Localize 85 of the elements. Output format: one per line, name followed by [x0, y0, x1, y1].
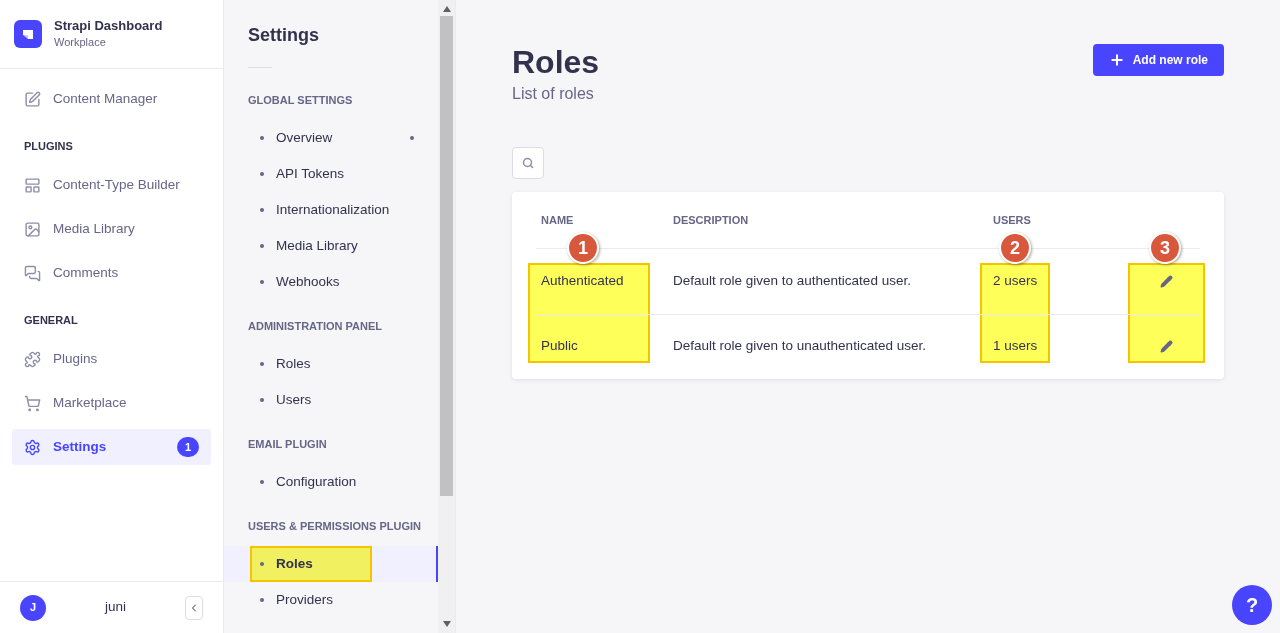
- search-icon: [522, 157, 534, 169]
- column-header: NAME: [541, 213, 574, 228]
- chat-icon: [24, 264, 41, 282]
- item-label: API Tokens: [276, 164, 345, 183]
- nav-section-heading: PLUGINS: [24, 139, 74, 154]
- puzzle-icon: [24, 350, 41, 368]
- bullet-icon: [260, 208, 264, 212]
- item-label: Configuration: [276, 472, 357, 491]
- plus-icon: [1108, 52, 1125, 68]
- nav-item[interactable]: Content-Type Builder: [12, 167, 211, 203]
- scrollbar-thumb[interactable]: [440, 16, 453, 496]
- bullet-icon: [260, 598, 264, 602]
- edit-button[interactable]: [1158, 338, 1174, 355]
- item-label: Media Library: [276, 236, 358, 255]
- pencil-icon: [1159, 275, 1173, 288]
- scroll-up-icon: [442, 6, 451, 12]
- page-title: Roles: [512, 43, 600, 82]
- bullet-icon: [260, 136, 264, 140]
- settings-nav-item[interactable]: Configuration: [224, 464, 438, 500]
- item-label: Providers: [276, 590, 334, 609]
- step-marker: 1: [567, 232, 599, 264]
- settings-nav-item[interactable]: Roles: [224, 546, 438, 582]
- edit-icon: [24, 90, 41, 108]
- settings-title: Settings: [247, 24, 320, 47]
- add-role-button[interactable]: Add new role: [1092, 44, 1224, 76]
- user-count: 1 users: [993, 337, 1038, 356]
- role-description: Default role given to authenticated user.: [673, 272, 911, 291]
- settings-nav-item[interactable]: Overview: [224, 120, 438, 156]
- section-heading: USERS & PERMISSIONS PLUGIN: [248, 519, 421, 534]
- user-name: juni: [103, 598, 127, 617]
- search-button[interactable]: [512, 147, 544, 179]
- user-avatar[interactable]: J: [20, 594, 46, 621]
- bullet-icon: [260, 280, 264, 284]
- nav-item[interactable]: Media Library: [12, 211, 211, 247]
- settings-nav-item[interactable]: Users: [224, 382, 438, 418]
- role-name: Authenticated: [541, 272, 624, 291]
- edit-button[interactable]: [1158, 273, 1174, 290]
- section-heading: ADMINISTRATION PANEL: [248, 319, 383, 334]
- help-button[interactable]: ?: [1232, 585, 1272, 625]
- item-label: Roles: [276, 554, 313, 573]
- column-header: USERS: [993, 213, 1031, 228]
- scrollbar[interactable]: [438, 0, 455, 633]
- item-label: Users: [276, 390, 312, 409]
- settings-nav-item[interactable]: Webhooks: [224, 264, 438, 300]
- item-label: Roles: [276, 354, 311, 373]
- bullet-icon: [260, 480, 264, 484]
- settings-nav-item[interactable]: Internationalization: [224, 192, 438, 228]
- nav-section-heading: GENERAL: [24, 313, 79, 328]
- collapse-button[interactable]: [185, 595, 203, 620]
- settings-nav-item[interactable]: Providers: [224, 582, 438, 618]
- nav-item[interactable]: Marketplace: [12, 385, 211, 421]
- bullet-icon: [260, 398, 264, 402]
- role-name: Public: [541, 337, 578, 356]
- column-header: DESCRIPTION: [673, 213, 749, 228]
- nav-item[interactable]: Settings 1: [12, 429, 211, 465]
- count-badge: 1: [177, 437, 199, 457]
- bullet-icon: [260, 172, 264, 176]
- step-marker: 2: [999, 232, 1031, 264]
- item-label: Webhooks: [276, 272, 340, 291]
- bullet-icon: [260, 362, 264, 366]
- brand-subtitle: Workplace: [54, 35, 107, 50]
- section-heading: EMAIL PLUGIN: [248, 437, 327, 452]
- role-description: Default role given to unauthenticated user.: [673, 337, 926, 356]
- item-label: Internationalization: [276, 200, 390, 219]
- nav-item[interactable]: Comments: [12, 255, 211, 291]
- step-marker: 3: [1149, 232, 1181, 264]
- logo-icon: [14, 20, 42, 48]
- item-label: Overview: [276, 128, 333, 147]
- scroll-down-icon: [442, 621, 451, 627]
- settings-nav-item[interactable]: API Tokens: [224, 156, 438, 192]
- pencil-icon: [1159, 340, 1173, 353]
- user-count: 2 users: [993, 272, 1038, 291]
- settings-nav-item[interactable]: Media Library: [224, 228, 438, 264]
- brand-title: Strapi Dashboard: [54, 18, 163, 34]
- nav-item[interactable]: Plugins: [12, 341, 211, 377]
- nav-item[interactable]: Content Manager: [12, 81, 211, 117]
- bullet-icon: [260, 562, 264, 566]
- cart-icon: [24, 394, 41, 412]
- page-subtitle: List of roles: [512, 84, 595, 104]
- bullet-icon: [260, 244, 264, 248]
- section-heading: GLOBAL SETTINGS: [248, 93, 353, 108]
- settings-nav-item[interactable]: Roles: [224, 346, 438, 382]
- layout-icon: [24, 176, 41, 194]
- settings-icon: [24, 438, 41, 456]
- image-icon: [24, 220, 41, 238]
